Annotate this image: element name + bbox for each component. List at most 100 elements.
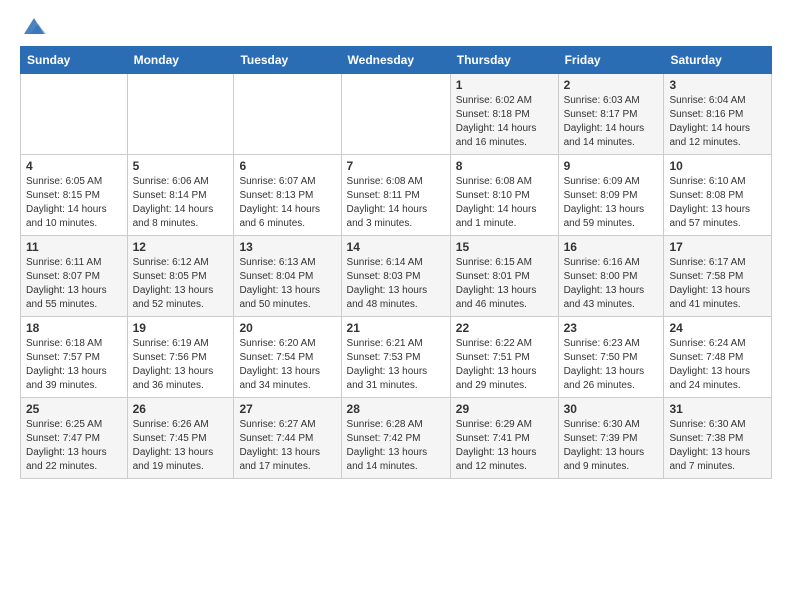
day-number: 12 xyxy=(133,240,229,254)
logo-icon xyxy=(22,16,46,36)
day-info: Sunrise: 6:27 AM Sunset: 7:44 PM Dayligh… xyxy=(239,418,335,474)
day-info: Sunrise: 6:29 AM Sunset: 7:41 PM Dayligh… xyxy=(456,418,553,474)
day-info: Sunrise: 6:21 AM Sunset: 7:53 PM Dayligh… xyxy=(347,337,445,393)
day-number: 9 xyxy=(564,159,659,173)
day-info: Sunrise: 6:08 AM Sunset: 8:10 PM Dayligh… xyxy=(456,175,553,231)
day-info: Sunrise: 6:25 AM Sunset: 7:47 PM Dayligh… xyxy=(26,418,122,474)
day-number: 2 xyxy=(564,78,659,92)
calendar-cell xyxy=(127,74,234,155)
calendar-week-row: 25 Sunrise: 6:25 AM Sunset: 7:47 PM Dayli… xyxy=(21,398,772,479)
day-info: Sunrise: 6:26 AM Sunset: 7:45 PM Dayligh… xyxy=(133,418,229,474)
calendar-cell xyxy=(21,74,128,155)
day-info: Sunrise: 6:15 AM Sunset: 8:01 PM Dayligh… xyxy=(456,256,553,312)
day-info: Sunrise: 6:08 AM Sunset: 8:11 PM Dayligh… xyxy=(347,175,445,231)
day-number: 16 xyxy=(564,240,659,254)
logo xyxy=(20,16,46,36)
calendar-cell: 31 Sunrise: 6:30 AM Sunset: 7:38 PM Dayli… xyxy=(664,398,772,479)
day-info: Sunrise: 6:07 AM Sunset: 8:13 PM Dayligh… xyxy=(239,175,335,231)
calendar-cell: 2 Sunrise: 6:03 AM Sunset: 8:17 PM Daylig… xyxy=(558,74,664,155)
day-info: Sunrise: 6:13 AM Sunset: 8:04 PM Dayligh… xyxy=(239,256,335,312)
day-info: Sunrise: 6:16 AM Sunset: 8:00 PM Dayligh… xyxy=(564,256,659,312)
calendar-cell: 18 Sunrise: 6:18 AM Sunset: 7:57 PM Dayli… xyxy=(21,317,128,398)
day-number: 30 xyxy=(564,402,659,416)
day-number: 15 xyxy=(456,240,553,254)
day-number: 19 xyxy=(133,321,229,335)
day-number: 20 xyxy=(239,321,335,335)
calendar-cell: 9 Sunrise: 6:09 AM Sunset: 8:09 PM Daylig… xyxy=(558,155,664,236)
calendar-cell: 23 Sunrise: 6:23 AM Sunset: 7:50 PM Dayli… xyxy=(558,317,664,398)
day-info: Sunrise: 6:09 AM Sunset: 8:09 PM Dayligh… xyxy=(564,175,659,231)
calendar-week-row: 1 Sunrise: 6:02 AM Sunset: 8:18 PM Daylig… xyxy=(21,74,772,155)
calendar-cell: 8 Sunrise: 6:08 AM Sunset: 8:10 PM Daylig… xyxy=(450,155,558,236)
calendar-cell: 10 Sunrise: 6:10 AM Sunset: 8:08 PM Dayli… xyxy=(664,155,772,236)
day-number: 11 xyxy=(26,240,122,254)
calendar-cell: 21 Sunrise: 6:21 AM Sunset: 7:53 PM Dayli… xyxy=(341,317,450,398)
calendar-cell: 13 Sunrise: 6:13 AM Sunset: 8:04 PM Dayli… xyxy=(234,236,341,317)
day-info: Sunrise: 6:28 AM Sunset: 7:42 PM Dayligh… xyxy=(347,418,445,474)
day-number: 13 xyxy=(239,240,335,254)
weekday-header-thursday: Thursday xyxy=(450,47,558,74)
day-number: 17 xyxy=(669,240,766,254)
day-info: Sunrise: 6:03 AM Sunset: 8:17 PM Dayligh… xyxy=(564,94,659,150)
weekday-header-friday: Friday xyxy=(558,47,664,74)
day-info: Sunrise: 6:11 AM Sunset: 8:07 PM Dayligh… xyxy=(26,256,122,312)
day-info: Sunrise: 6:30 AM Sunset: 7:39 PM Dayligh… xyxy=(564,418,659,474)
calendar-week-row: 18 Sunrise: 6:18 AM Sunset: 7:57 PM Dayli… xyxy=(21,317,772,398)
day-number: 26 xyxy=(133,402,229,416)
day-number: 8 xyxy=(456,159,553,173)
day-info: Sunrise: 6:17 AM Sunset: 7:58 PM Dayligh… xyxy=(669,256,766,312)
calendar-cell: 24 Sunrise: 6:24 AM Sunset: 7:48 PM Dayli… xyxy=(664,317,772,398)
weekday-header-monday: Monday xyxy=(127,47,234,74)
day-info: Sunrise: 6:04 AM Sunset: 8:16 PM Dayligh… xyxy=(669,94,766,150)
calendar-cell: 22Sunrise: 6:22 AM Sunset: 7:51 PM Dayli… xyxy=(450,317,558,398)
weekday-header-tuesday: Tuesday xyxy=(234,47,341,74)
day-info: Sunrise: 6:10 AM Sunset: 8:08 PM Dayligh… xyxy=(669,175,766,231)
day-number: 3 xyxy=(669,78,766,92)
day-number: 7 xyxy=(347,159,445,173)
calendar-cell: 20 Sunrise: 6:20 AM Sunset: 7:54 PM Dayli… xyxy=(234,317,341,398)
day-number: 31 xyxy=(669,402,766,416)
day-number: 29 xyxy=(456,402,553,416)
day-number: 4 xyxy=(26,159,122,173)
calendar-cell xyxy=(341,74,450,155)
day-number: 28 xyxy=(347,402,445,416)
weekday-header-row: SundayMondayTuesdayWednesdayThursdayFrid… xyxy=(21,47,772,74)
day-number: 5 xyxy=(133,159,229,173)
day-number: 22 xyxy=(456,321,553,335)
day-info: Sunrise: 6:14 AM Sunset: 8:03 PM Dayligh… xyxy=(347,256,445,312)
calendar-week-row: 4 Sunrise: 6:05 AM Sunset: 8:15 PM Daylig… xyxy=(21,155,772,236)
calendar-cell: 3 Sunrise: 6:04 AM Sunset: 8:16 PM Daylig… xyxy=(664,74,772,155)
day-info: Sunrise: 6:02 AM Sunset: 8:18 PM Dayligh… xyxy=(456,94,553,150)
calendar-cell: 1 Sunrise: 6:02 AM Sunset: 8:18 PM Daylig… xyxy=(450,74,558,155)
day-number: 1 xyxy=(456,78,553,92)
calendar-cell: 29 Sunrise: 6:29 AM Sunset: 7:41 PM Dayli… xyxy=(450,398,558,479)
day-info: Sunrise: 6:20 AM Sunset: 7:54 PM Dayligh… xyxy=(239,337,335,393)
day-info: Sunrise: 6:30 AM Sunset: 7:38 PM Dayligh… xyxy=(669,418,766,474)
calendar-table: SundayMondayTuesdayWednesdayThursdayFrid… xyxy=(20,46,772,479)
day-number: 18 xyxy=(26,321,122,335)
calendar-cell: 28 Sunrise: 6:28 AM Sunset: 7:42 PM Dayli… xyxy=(341,398,450,479)
calendar-cell: 30 Sunrise: 6:30 AM Sunset: 7:39 PM Dayli… xyxy=(558,398,664,479)
day-number: 10 xyxy=(669,159,766,173)
day-number: 24 xyxy=(669,321,766,335)
calendar-cell: 19Sunrise: 6:19 AM Sunset: 7:56 PM Dayli… xyxy=(127,317,234,398)
day-number: 23 xyxy=(564,321,659,335)
day-info: Sunrise: 6:18 AM Sunset: 7:57 PM Dayligh… xyxy=(26,337,122,393)
calendar-cell: 27Sunrise: 6:27 AM Sunset: 7:44 PM Dayli… xyxy=(234,398,341,479)
calendar-cell: 6Sunrise: 6:07 AM Sunset: 8:13 PM Daylig… xyxy=(234,155,341,236)
day-info: Sunrise: 6:05 AM Sunset: 8:15 PM Dayligh… xyxy=(26,175,122,231)
calendar-cell: 26 Sunrise: 6:26 AM Sunset: 7:45 PM Dayli… xyxy=(127,398,234,479)
calendar-cell: 16 Sunrise: 6:16 AM Sunset: 8:00 PM Dayli… xyxy=(558,236,664,317)
day-number: 25 xyxy=(26,402,122,416)
weekday-header-saturday: Saturday xyxy=(664,47,772,74)
day-info: Sunrise: 6:12 AM Sunset: 8:05 PM Dayligh… xyxy=(133,256,229,312)
weekday-header-sunday: Sunday xyxy=(21,47,128,74)
calendar-cell: 15 Sunrise: 6:15 AM Sunset: 8:01 PM Dayli… xyxy=(450,236,558,317)
calendar-cell: 25 Sunrise: 6:25 AM Sunset: 7:47 PM Dayli… xyxy=(21,398,128,479)
day-number: 21 xyxy=(347,321,445,335)
calendar-week-row: 11 Sunrise: 6:11 AM Sunset: 8:07 PM Dayli… xyxy=(21,236,772,317)
day-info: Sunrise: 6:23 AM Sunset: 7:50 PM Dayligh… xyxy=(564,337,659,393)
calendar-cell xyxy=(234,74,341,155)
day-info: Sunrise: 6:06 AM Sunset: 8:14 PM Dayligh… xyxy=(133,175,229,231)
day-info: Sunrise: 6:24 AM Sunset: 7:48 PM Dayligh… xyxy=(669,337,766,393)
